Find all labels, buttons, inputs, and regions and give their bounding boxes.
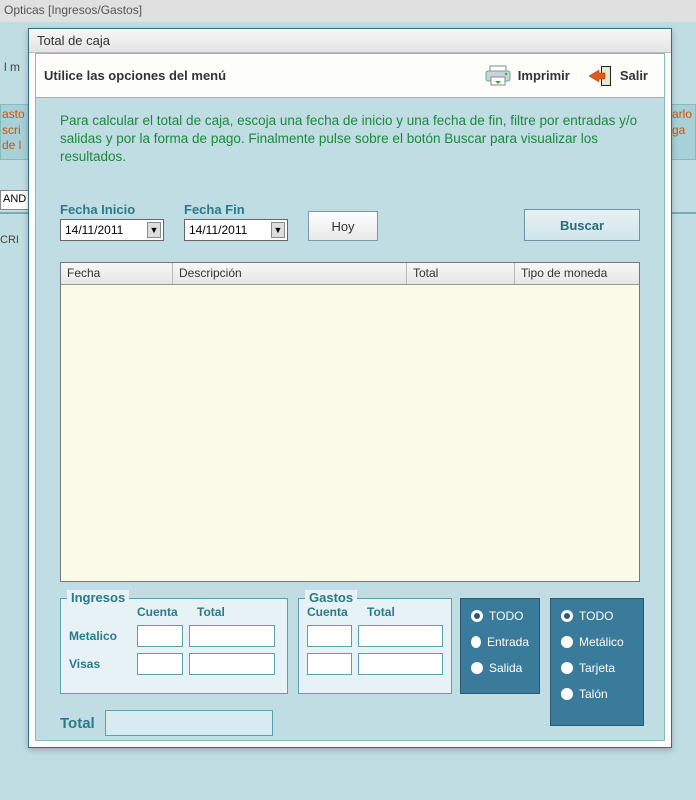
metalico-label: Metalico [69, 629, 131, 643]
dialog-titlebar[interactable]: Total de caja [29, 29, 671, 53]
metalico-total-input[interactable] [189, 625, 275, 647]
gastos-head-cuenta: Cuenta [307, 605, 357, 619]
menu-fragment: l m [4, 60, 20, 74]
exit-icon [586, 64, 614, 88]
ingresos-legend: Ingresos [67, 590, 129, 605]
gastos-row1-cuenta-input[interactable] [307, 625, 352, 647]
exit-label: Salir [620, 68, 648, 83]
chevron-down-icon[interactable]: ▼ [271, 222, 285, 238]
search-button[interactable]: Buscar [524, 209, 640, 241]
radio-label: Salida [489, 661, 522, 675]
today-button[interactable]: Hoy [308, 211, 378, 241]
dialog-toolbar: Utilice las opciones del menú Imprimir [36, 54, 664, 98]
total-caja-dialog: Total de caja Utilice las opciones del m… [28, 28, 672, 748]
exit-button[interactable]: Salir [578, 58, 656, 94]
ingresos-fieldset: Ingresos Cuenta Total Metalico Visas [60, 598, 288, 694]
visas-total-input[interactable] [189, 653, 275, 675]
date-filter-row: Fecha Inicio 14/11/2011 ▼ Fecha Fin 14/1… [60, 202, 640, 241]
radio-talon[interactable]: Talón [561, 687, 633, 701]
grand-total-value [105, 710, 273, 736]
col-total[interactable]: Total [407, 263, 515, 284]
bg-small-label: CRI [0, 234, 26, 246]
gastos-fieldset: Gastos Cuenta Total [298, 598, 452, 694]
col-tipo-moneda[interactable]: Tipo de moneda [515, 263, 639, 284]
bg-orange-text-right: arlo ga [670, 104, 696, 160]
movement-filter-panel: TODO Entrada Salida [460, 598, 540, 694]
radio-todo-payment[interactable]: TODO [561, 609, 633, 623]
results-table: Fecha Descripción Total Tipo de moneda [60, 262, 640, 582]
grand-total-label: Total [60, 715, 95, 732]
radio-tarjeta[interactable]: Tarjeta [561, 661, 633, 675]
radio-label: Entrada [487, 635, 529, 649]
print-label: Imprimir [518, 68, 570, 83]
radio-label: TODO [579, 609, 613, 623]
radio-metalico[interactable]: Metálico [561, 635, 633, 649]
end-date-value: 14/11/2011 [189, 223, 247, 237]
app-titlebar: Opticas [Ingresos/Gastos] [0, 0, 696, 22]
instructions-text: Para calcular el total de caja, escoja u… [60, 112, 640, 167]
metalico-cuenta-input[interactable] [137, 625, 183, 647]
radio-todo-movement[interactable]: TODO [471, 609, 529, 623]
start-date-label: Fecha Inicio [60, 202, 164, 217]
radio-salida[interactable]: Salida [471, 661, 529, 675]
col-descripcion[interactable]: Descripción [173, 263, 407, 284]
gastos-row2-cuenta-input[interactable] [307, 653, 352, 675]
radio-label: Metálico [579, 635, 624, 649]
bg-orange-text-left: asto scri de l [0, 104, 30, 160]
start-date-value: 14/11/2011 [65, 223, 123, 237]
radio-label: TODO [489, 609, 523, 623]
gastos-legend: Gastos [305, 590, 357, 605]
radio-entrada[interactable]: Entrada [471, 635, 529, 649]
print-button[interactable]: Imprimir [476, 58, 578, 94]
ingresos-head-total: Total [197, 605, 265, 619]
table-header: Fecha Descripción Total Tipo de moneda [61, 263, 639, 285]
start-date-input[interactable]: 14/11/2011 ▼ [60, 219, 164, 241]
end-date-label: Fecha Fin [184, 202, 288, 217]
visas-label: Visas [69, 657, 131, 671]
ingresos-head-cuenta: Cuenta [137, 605, 187, 619]
gastos-row2-total-input[interactable] [358, 653, 443, 675]
bg-dropdown-fragment[interactable]: AND [0, 190, 30, 210]
gastos-head-total: Total [367, 605, 435, 619]
col-fecha[interactable]: Fecha [61, 263, 173, 284]
visas-cuenta-input[interactable] [137, 653, 183, 675]
toolbar-hint: Utilice las opciones del menú [44, 68, 226, 83]
end-date-input[interactable]: 14/11/2011 ▼ [184, 219, 288, 241]
grand-total-row: Total [60, 710, 273, 736]
radio-label: Talón [579, 687, 608, 701]
gastos-row1-total-input[interactable] [358, 625, 443, 647]
print-icon [484, 64, 512, 88]
payment-filter-panel: TODO Metálico Tarjeta Talón [550, 598, 644, 726]
radio-label: Tarjeta [579, 661, 615, 675]
chevron-down-icon[interactable]: ▼ [147, 222, 161, 238]
